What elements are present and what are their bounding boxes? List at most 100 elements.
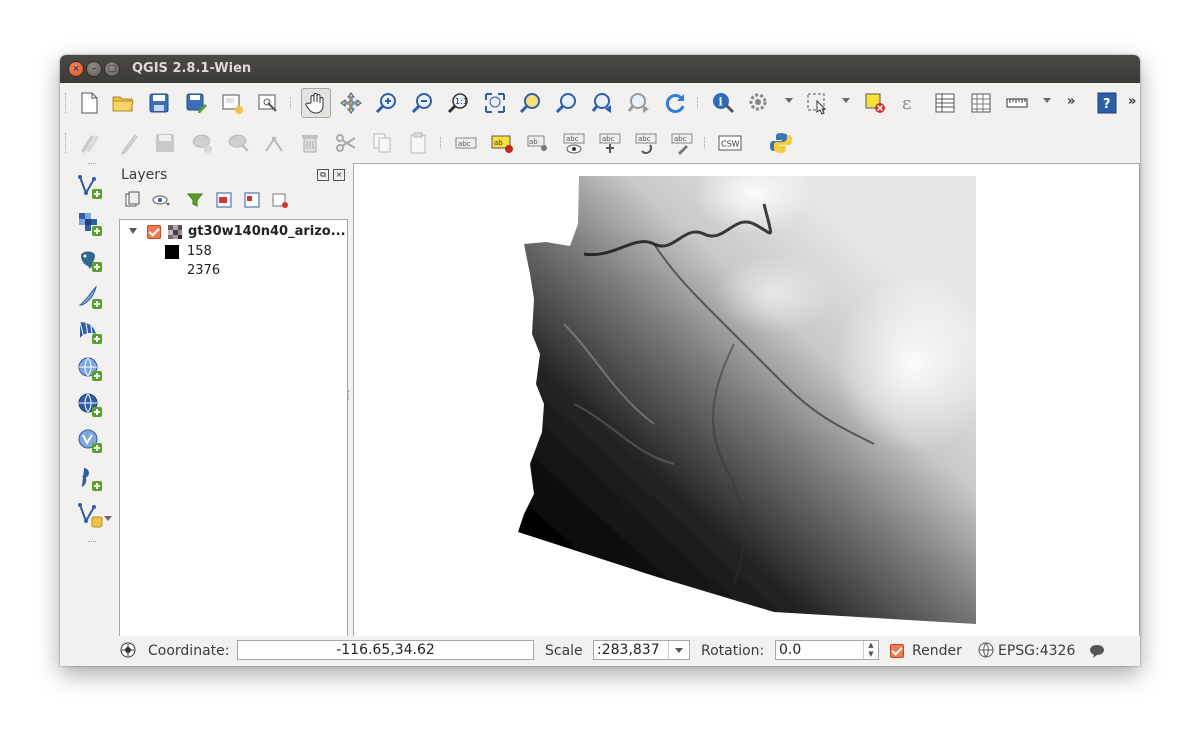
add-vector-layer-icon[interactable] — [74, 171, 106, 203]
svg-text:ε: ε — [902, 93, 911, 114]
scale-dropdown-button[interactable] — [668, 641, 689, 659]
select-features-icon[interactable] — [802, 88, 832, 118]
rotation-spinbox[interactable]: 0.0 ▲ ▼ — [775, 640, 879, 660]
collapse-toggle-icon[interactable] — [129, 228, 137, 234]
chevron-down-icon[interactable] — [785, 98, 793, 103]
show-hide-labels-icon[interactable]: abc — [559, 128, 589, 158]
save-as-icon[interactable] — [181, 88, 211, 118]
layer-visibility-checkbox[interactable] — [147, 225, 161, 239]
raster-layer-icon — [168, 225, 182, 239]
layer-labeling-options-icon[interactable]: ab — [487, 128, 517, 158]
legend-color-swatch — [165, 245, 179, 259]
toolbar-overflow-icon-2[interactable]: » — [1128, 94, 1136, 109]
add-wms-layer-icon[interactable] — [74, 353, 106, 385]
add-wcs-layer-icon[interactable] — [74, 389, 106, 421]
messages-icon[interactable] — [1089, 643, 1105, 659]
change-label-icon[interactable]: abc — [667, 128, 697, 158]
add-raster-layer-icon[interactable] — [74, 208, 106, 240]
layer-name[interactable]: gt30w140n40_arizo... — [188, 224, 346, 239]
run-feature-action-icon[interactable] — [744, 88, 774, 118]
pan-to-selection-icon[interactable] — [336, 88, 366, 118]
label-toolbar-icon[interactable]: abc — [451, 128, 481, 158]
measure-line-icon[interactable] — [1002, 88, 1032, 118]
projection-globe-icon[interactable] — [978, 642, 994, 658]
rotate-label-icon[interactable]: abc — [631, 128, 661, 158]
zoom-last-icon[interactable] — [588, 88, 618, 118]
copy-features-icon[interactable] — [367, 128, 397, 158]
paste-features-icon[interactable] — [403, 128, 433, 158]
attribute-table-icon[interactable] — [930, 88, 960, 118]
coordinate-toggle-icon[interactable] — [120, 642, 136, 658]
filter-legend-icon[interactable] — [184, 189, 206, 211]
statistical-summary-icon[interactable] — [966, 88, 996, 118]
add-mssql-layer-icon[interactable] — [74, 316, 106, 348]
rotation-stepper[interactable]: ▲ ▼ — [863, 641, 878, 659]
python-console-icon[interactable] — [766, 128, 796, 158]
zoom-actual-size-icon[interactable]: 1:1 — [444, 88, 474, 118]
zoom-to-selection-icon[interactable] — [516, 88, 546, 118]
remove-layer-icon[interactable] — [269, 189, 291, 211]
deselect-features-icon[interactable] — [860, 88, 890, 118]
toolbar-grip[interactable] — [65, 93, 69, 113]
chevron-down-icon[interactable] — [1043, 98, 1051, 103]
csw-icon[interactable]: CSW — [715, 128, 745, 158]
delete-selected-icon[interactable] — [295, 128, 325, 158]
coordinate-field[interactable]: -116.65,34.62 — [237, 640, 534, 660]
toolbar-grip[interactable] — [65, 133, 69, 153]
toolbar-grip[interactable] — [88, 541, 96, 545]
manage-visibility-icon[interactable] — [150, 189, 172, 211]
field-calculator-icon[interactable]: ε — [895, 88, 925, 118]
node-tool-icon[interactable] — [259, 128, 289, 158]
maximize-window-button[interactable]: □ — [105, 62, 119, 76]
scale-combobox[interactable]: :283,837 — [593, 640, 690, 660]
cut-features-icon[interactable] — [331, 128, 361, 158]
layer-row[interactable]: gt30w140n40_arizo... — [120, 222, 347, 242]
whats-this-help-icon[interactable]: ? — [1092, 88, 1122, 118]
identify-features-icon[interactable]: i — [708, 88, 738, 118]
add-feature-icon[interactable] — [187, 128, 217, 158]
current-edits-icon[interactable] — [74, 128, 104, 158]
open-project-icon[interactable] — [108, 88, 138, 118]
add-group-icon[interactable] — [121, 189, 143, 211]
new-print-composer-icon[interactable] — [217, 88, 247, 118]
toggle-editing-icon[interactable] — [114, 128, 144, 158]
toolbar-separator — [704, 137, 707, 149]
collapse-all-icon[interactable] — [241, 189, 263, 211]
add-delimited-text-layer-icon[interactable] — [74, 463, 106, 495]
add-postgis-layer-icon[interactable] — [74, 244, 106, 276]
new-shapefile-layer-icon[interactable] — [74, 499, 106, 531]
zoom-full-icon[interactable] — [480, 88, 510, 118]
crs-label[interactable]: EPSG:4326 — [998, 643, 1075, 659]
toolbar-grip[interactable] — [88, 163, 96, 167]
expand-all-icon[interactable] — [213, 189, 235, 211]
add-spatialite-layer-icon[interactable] — [74, 281, 106, 313]
svg-text:abc: abc — [566, 135, 579, 143]
close-window-button[interactable]: × — [69, 62, 83, 76]
save-project-icon[interactable] — [144, 88, 174, 118]
save-layer-edits-icon[interactable] — [150, 128, 180, 158]
chevron-down-icon[interactable] — [842, 98, 850, 103]
zoom-to-layer-icon[interactable] — [552, 88, 582, 118]
add-wfs-layer-icon[interactable] — [74, 425, 106, 457]
move-label-icon[interactable]: abc — [595, 128, 625, 158]
pin-labels-icon[interactable]: ab — [523, 128, 553, 158]
zoom-in-icon[interactable] — [372, 88, 402, 118]
minimize-window-button[interactable]: – — [87, 62, 101, 76]
float-panel-icon[interactable]: ⧉ — [317, 169, 329, 181]
svg-text:abc: abc — [458, 140, 471, 148]
close-panel-icon[interactable]: × — [333, 169, 345, 181]
layers-panel: Layers ⧉ × gt30w140n40_arizo... 158 2376 — [118, 163, 350, 638]
composer-manager-icon[interactable] — [253, 88, 283, 118]
map-canvas[interactable] — [353, 163, 1140, 638]
pan-map-icon[interactable] — [301, 88, 331, 118]
refresh-icon[interactable] — [660, 88, 690, 118]
toolbar-overflow-icon[interactable]: » — [1067, 94, 1075, 109]
new-project-icon[interactable] — [74, 88, 104, 118]
move-feature-icon[interactable] — [223, 128, 253, 158]
render-checkbox[interactable] — [890, 644, 904, 658]
toolbar-separator — [440, 137, 443, 149]
zoom-next-icon[interactable] — [624, 88, 654, 118]
layer-tree[interactable]: gt30w140n40_arizo... 158 2376 — [119, 219, 348, 638]
chevron-down-icon[interactable] — [104, 516, 112, 521]
zoom-out-icon[interactable] — [408, 88, 438, 118]
